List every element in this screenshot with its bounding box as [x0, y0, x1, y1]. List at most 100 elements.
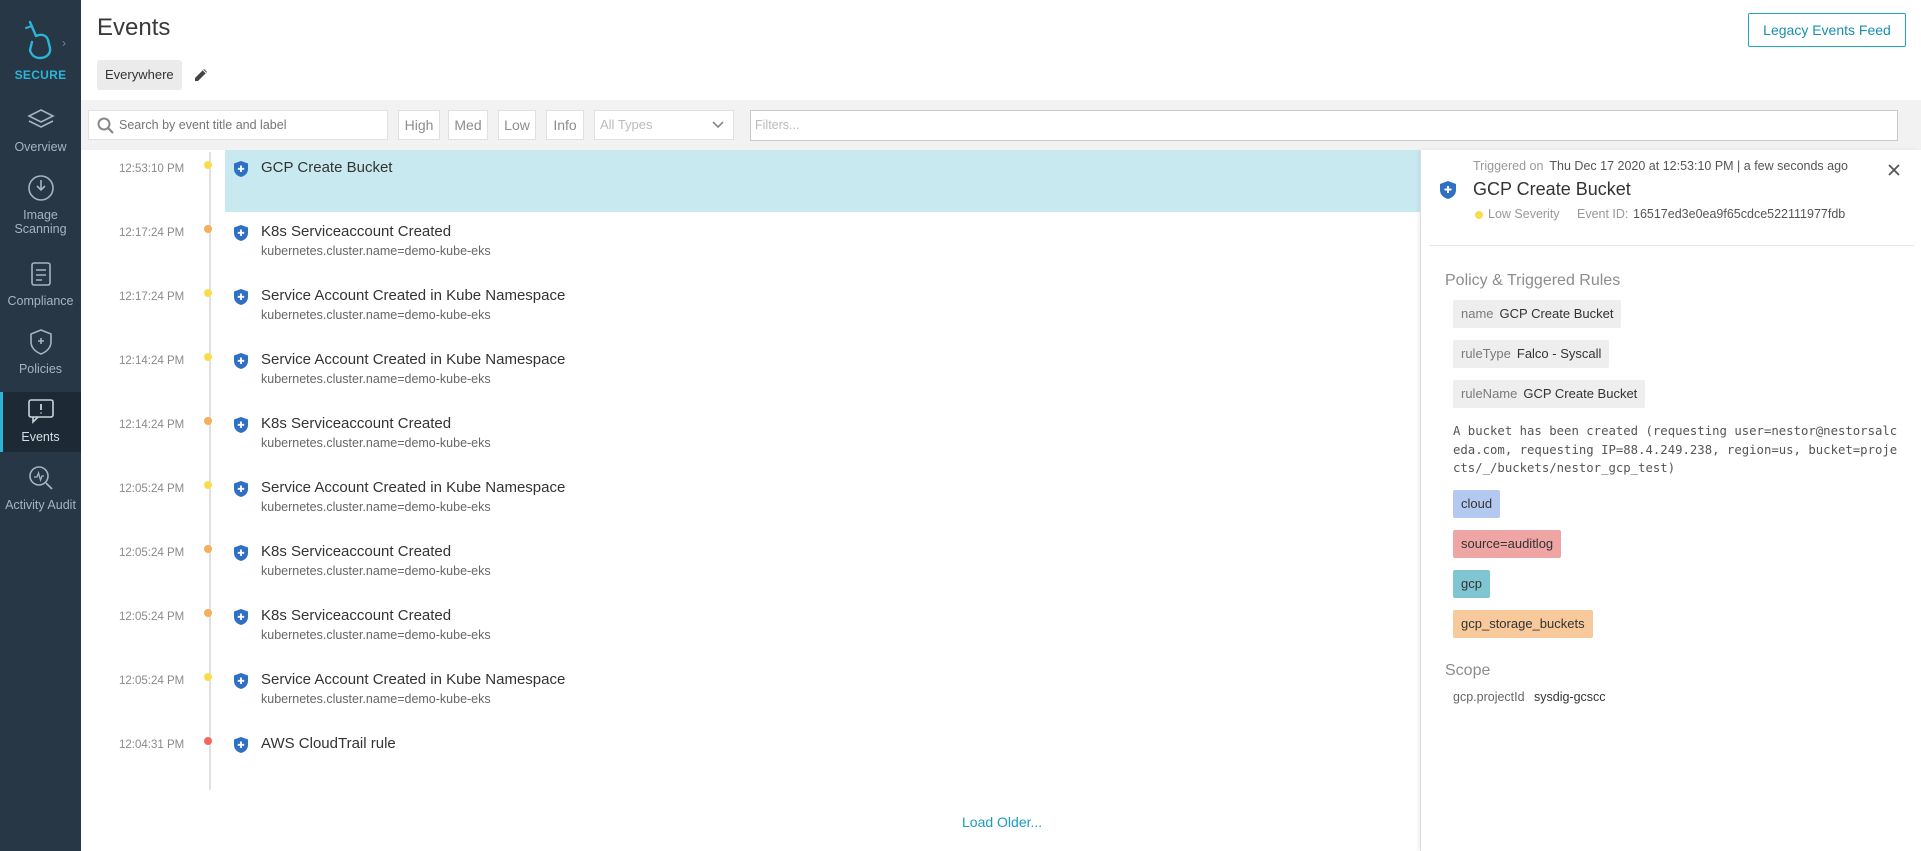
event-id-value: 16517ed3e0ea9f65cdce522111977fdb: [1633, 207, 1846, 221]
clipboard-icon: [30, 262, 51, 286]
event-time: 12:05:24 PM: [119, 483, 185, 495]
event-title: K8s Serviceaccount Created: [261, 607, 452, 624]
search-icon: [97, 117, 114, 134]
rule-key: name: [1461, 306, 1494, 321]
sidebar-item-image-scanning[interactable]: Image Scanning: [0, 172, 81, 242]
type-select[interactable]: All Types: [594, 110, 734, 140]
event-time: 12:05:24 PM: [119, 547, 185, 559]
severity-med-button[interactable]: Med: [448, 110, 488, 140]
event-row[interactable]: 12:05:24 PM Service Account Created in Ku…: [97, 662, 1421, 726]
layers-icon: [26, 109, 55, 128]
tag-chip[interactable]: gcp_storage_buckets: [1453, 610, 1593, 638]
event-row[interactable]: 12:05:24 PM K8s Serviceaccount Created kub…: [97, 534, 1421, 598]
filters-input[interactable]: Filters...: [750, 110, 1898, 141]
sidebar-item-overview[interactable]: Overview: [0, 104, 81, 164]
event-time: 12:05:24 PM: [119, 611, 185, 623]
type-select-value: All Types: [600, 117, 653, 132]
policy-shield-icon: [234, 673, 248, 689]
rule-type-chip: ruleType Falco - Syscall: [1453, 340, 1610, 368]
sidebar-item-label: Events: [21, 430, 60, 444]
event-time: 12:17:24 PM: [119, 227, 185, 239]
event-title: K8s Serviceaccount Created: [261, 223, 452, 240]
rule-value: Falco - Syscall: [1516, 346, 1602, 361]
close-icon[interactable]: [1886, 162, 1902, 178]
secure-logo-icon: [25, 20, 52, 60]
detail-severity: Low Severity: [1488, 207, 1560, 221]
events-icon: [27, 399, 54, 424]
event-label: kubernetes.cluster.name=demo-kube-eks: [261, 564, 491, 578]
severity-dot: [204, 161, 212, 169]
event-id-label: Event ID:: [1577, 207, 1629, 221]
severity-dot: [204, 609, 212, 617]
tag-chip[interactable]: source=auditlog: [1453, 530, 1562, 558]
legacy-events-feed-button[interactable]: Legacy Events Feed: [1748, 13, 1906, 47]
policy-shield-icon: [234, 417, 248, 433]
severity-low-button[interactable]: Low: [498, 110, 536, 140]
severity-dot: [204, 417, 212, 425]
severity-high-button[interactable]: High: [398, 110, 440, 140]
sidebar-item-label: Overview: [14, 140, 67, 154]
policy-shield-icon: [234, 737, 248, 753]
event-row[interactable]: 12:05:24 PM Service Account Created in Ku…: [97, 470, 1421, 534]
severity-dot: [204, 673, 212, 681]
sidebar-item-label: Policies: [18, 362, 63, 376]
chevron-right-icon[interactable]: ›: [62, 36, 66, 50]
event-title: Service Account Created in Kube Namespac…: [261, 479, 566, 496]
policy-shield-icon: [234, 481, 248, 497]
event-label: kubernetes.cluster.name=demo-kube-eks: [261, 628, 491, 642]
event-row[interactable]: 12:05:24 PM K8s Serviceaccount Created kub…: [97, 598, 1421, 662]
selected-highlight: [225, 150, 1421, 212]
shield-icon: [29, 329, 52, 355]
event-row[interactable]: 12:14:24 PM Service Account Created in Ku…: [97, 342, 1421, 406]
event-time: 12:17:24 PM: [119, 291, 185, 303]
event-row[interactable]: 12:17:24 PM K8s Serviceaccount Created kub…: [97, 214, 1421, 278]
event-label: kubernetes.cluster.name=demo-kube-eks: [261, 436, 491, 450]
sidebar-item-policies[interactable]: Policies: [0, 326, 81, 386]
severity-info-button[interactable]: Info: [546, 110, 584, 140]
audit-icon: [28, 466, 53, 490]
sidebar-item-activity-audit[interactable]: Activity Audit: [0, 462, 81, 522]
policy-shield-icon: [234, 225, 248, 241]
event-row[interactable]: 12:14:24 PM K8s Serviceaccount Created kub…: [97, 406, 1421, 470]
search-input[interactable]: [119, 114, 384, 136]
pencil-icon[interactable]: [192, 66, 210, 84]
event-time: 12:05:24 PM: [119, 675, 185, 687]
sidebar-item-events[interactable]: Events: [0, 392, 81, 452]
event-time: 12:14:24 PM: [119, 419, 185, 431]
load-older-link[interactable]: Load Older...: [962, 814, 1042, 830]
scope-selector[interactable]: Everywhere: [97, 60, 182, 90]
brand-label: SECURE: [14, 68, 67, 82]
event-description: A bucket has been created (requesting us…: [1453, 424, 1898, 475]
brand-logo[interactable]: › SECURE: [0, 12, 81, 82]
policy-shield-icon: [234, 161, 248, 177]
policy-shield-icon: [234, 289, 248, 305]
rule-name-chip: name GCP Create Bucket: [1453, 300, 1622, 328]
sidebar-item-compliance[interactable]: Compliance: [0, 258, 81, 318]
search-box[interactable]: [88, 110, 388, 140]
event-label: kubernetes.cluster.name=demo-kube-eks: [261, 308, 491, 322]
event-row[interactable]: 12:17:24 PM Service Account Created in Ku…: [97, 278, 1421, 342]
scan-icon: [27, 175, 54, 201]
event-title: K8s Serviceaccount Created: [261, 543, 452, 560]
page-title: Events: [97, 14, 171, 41]
sidebar-item-label: Image Scanning: [14, 208, 67, 236]
policy-shield-icon: [234, 609, 248, 625]
policy-shield-icon: [234, 545, 248, 561]
event-label: kubernetes.cluster.name=demo-kube-eks: [261, 500, 491, 514]
tag-chip[interactable]: cloud: [1453, 490, 1501, 518]
triggered-on: Triggered on Thu Dec 17 2020 at 12:53:10 …: [1473, 159, 1848, 173]
event-title: Service Account Created in Kube Namespac…: [261, 671, 566, 688]
severity-dot: [204, 353, 212, 361]
event-row[interactable]: 12:53:10 PM GCP Create Bucket: [97, 150, 1421, 214]
severity-dot: [1475, 211, 1483, 219]
event-title: GCP Create Bucket: [261, 159, 393, 176]
rule-key: ruleType: [1461, 346, 1511, 361]
triggered-label: Triggered on: [1473, 159, 1544, 173]
event-label: kubernetes.cluster.name=demo-kube-eks: [261, 372, 491, 386]
event-row[interactable]: 12:04:31 PM AWS CloudTrail rule: [97, 726, 1421, 790]
triggered-value: Thu Dec 17 2020 at 12:53:10 PM | a few s…: [1549, 159, 1848, 173]
tag-chip[interactable]: gcp: [1453, 570, 1490, 598]
event-detail-panel: Triggered on Thu Dec 17 2020 at 12:53:10 …: [1420, 150, 1921, 851]
event-title: Service Account Created in Kube Namespac…: [261, 351, 566, 368]
rule-rulename-chip: ruleName GCP Create Bucket: [1453, 380, 1646, 408]
